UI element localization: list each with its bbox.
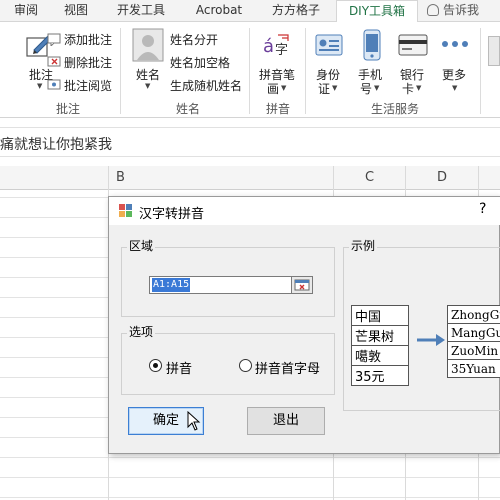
tell-me-search[interactable]: 告诉我 — [427, 0, 479, 22]
formula-bar-content[interactable]: 痛就想让你抱紧我 — [0, 134, 112, 154]
more-dots-icon — [440, 38, 470, 50]
random-name-button[interactable]: 生成随机姓名 — [170, 77, 242, 94]
range-input-value: A1:A15 — [152, 278, 191, 292]
delete-comment-icon — [47, 55, 61, 69]
radio-pinyin-initials-label[interactable]: 拼音首字母 — [255, 358, 320, 377]
ribbon-panel: 批注 ▼ 添加批注 删除批注 批注阅览 批注 姓名 ▼ 姓名分开 姓名加空格 生… — [0, 22, 500, 118]
group-divider — [249, 28, 250, 114]
chevron-down-icon: ▼ — [416, 84, 422, 92]
tab-review[interactable]: 审阅 — [6, 0, 46, 22]
group-divider — [480, 28, 481, 114]
column-header-c[interactable]: C — [365, 166, 374, 190]
pinyin-icon: á字 — [262, 30, 292, 60]
radio-pinyin-initials[interactable] — [239, 359, 252, 372]
radio-pinyin-label[interactable]: 拼音 — [166, 358, 192, 377]
delete-comment-button[interactable]: 删除批注 — [64, 54, 112, 71]
chevron-down-icon: ▼ — [281, 84, 287, 92]
review-comment-icon — [47, 78, 61, 92]
group-divider — [305, 28, 306, 114]
chevron-down-icon: ▼ — [37, 82, 43, 90]
example-input-table: 中国 芒果树 噶敦 35元 — [351, 305, 409, 386]
mobile-number-button-line2: 号 — [360, 82, 373, 96]
app-icon — [119, 204, 133, 218]
next-group-icon — [488, 36, 500, 66]
options-section-label: 选项 — [127, 323, 156, 340]
range-section-label: 区域 — [127, 237, 156, 254]
svg-text:字: 字 — [275, 43, 288, 58]
table-row: 35元 — [351, 365, 409, 386]
tab-developer[interactable]: 开发工具 — [108, 0, 174, 22]
table-row: 芒果树 — [351, 325, 409, 346]
tab-fangfang[interactable]: 方方格子 — [262, 0, 330, 22]
arrow-right-icon — [416, 333, 446, 347]
table-cell: 芒果树 — [351, 325, 409, 346]
dialog-title-bar[interactable]: 汉字转拼音 ? — [109, 197, 500, 225]
review-comment-button[interactable]: 批注阅览 — [64, 77, 112, 94]
chevron-down-icon: ▼ — [332, 84, 338, 92]
mobile-phone-icon — [362, 29, 382, 61]
column-header-row: B C D — [0, 166, 500, 190]
formula-bar[interactable]: 痛就想让你抱紧我 — [0, 127, 500, 157]
chevron-down-icon: ▼ — [452, 84, 458, 92]
pinyin-convert-dialog: 汉字转拼音 ? 区域 A1:A15 选项 拼音 拼音首字母 确定 退出 示例 中… — [108, 196, 500, 454]
person-icon — [132, 28, 164, 62]
tab-view[interactable]: 视图 — [56, 0, 96, 22]
table-cell: 中国 — [351, 305, 409, 326]
lightbulb-icon — [427, 4, 439, 16]
column-header-b[interactable]: B — [116, 166, 125, 190]
table-row: ZuoMin — [446, 341, 500, 360]
table-row: 噶敦 — [351, 345, 409, 366]
pinyin-group-label: 拼音 — [265, 102, 290, 116]
table-row: 中国 — [351, 305, 409, 326]
id-card-icon — [315, 32, 343, 58]
life-service-group-label: 生活服务 — [370, 102, 419, 116]
name-add-space-button[interactable]: 姓名加空格 — [170, 54, 230, 71]
table-cell: ZhongGu — [446, 305, 500, 324]
exit-button[interactable]: 退出 — [247, 407, 325, 435]
table-cell: 噶敦 — [351, 345, 409, 366]
table-row: MangGu — [446, 323, 500, 342]
ribbon-tab-bar: 审阅 视图 开发工具 Acrobat 方方格子 DIY工具箱 告诉我 — [0, 0, 500, 23]
tab-diy-toolbox[interactable]: DIY工具箱 — [336, 0, 418, 23]
table-cell: MangGu — [446, 323, 500, 342]
chevron-down-icon: ▼ — [145, 82, 151, 90]
example-section-label: 示例 — [349, 237, 378, 254]
mouse-cursor-icon — [187, 410, 201, 431]
table-cell: 35Yuan — [446, 359, 500, 378]
range-picker-button[interactable] — [291, 276, 313, 294]
id-card-button-line2: 证 — [318, 82, 331, 96]
split-name-button[interactable]: 姓名分开 — [170, 31, 218, 48]
pinyin-stroke-button-line2: 画 — [267, 82, 280, 96]
group-divider — [120, 28, 121, 114]
table-row: ZhongGu — [446, 305, 500, 324]
svg-text:á: á — [263, 36, 274, 57]
table-row: 35Yuan — [446, 359, 500, 378]
radio-pinyin[interactable] — [149, 359, 162, 372]
dialog-title: 汉字转拼音 — [139, 207, 205, 222]
annotation-group-label: 批注 — [55, 102, 80, 116]
name-big-button[interactable]: 姓名 — [136, 66, 160, 83]
help-button[interactable]: ? — [479, 201, 486, 217]
range-input[interactable]: A1:A15 — [149, 276, 293, 294]
tell-me-label: 告诉我 — [443, 3, 480, 17]
name-group-label: 姓名 — [175, 102, 200, 116]
bank-card-icon — [398, 34, 428, 56]
more-button[interactable]: 更多 — [442, 66, 466, 83]
chevron-down-icon: ▼ — [374, 84, 380, 92]
table-cell: 35元 — [351, 365, 409, 386]
range-select-icon — [294, 279, 310, 291]
add-comment-icon — [47, 32, 61, 48]
bank-card-button-line2: 卡 — [402, 82, 415, 96]
table-cell: ZuoMin — [446, 341, 500, 360]
column-header-d[interactable]: D — [437, 166, 447, 190]
add-comment-button[interactable]: 添加批注 — [64, 31, 112, 48]
example-output-table: ZhongGu MangGu ZuoMin 35Yuan — [446, 305, 500, 378]
tab-acrobat[interactable]: Acrobat — [186, 0, 252, 22]
